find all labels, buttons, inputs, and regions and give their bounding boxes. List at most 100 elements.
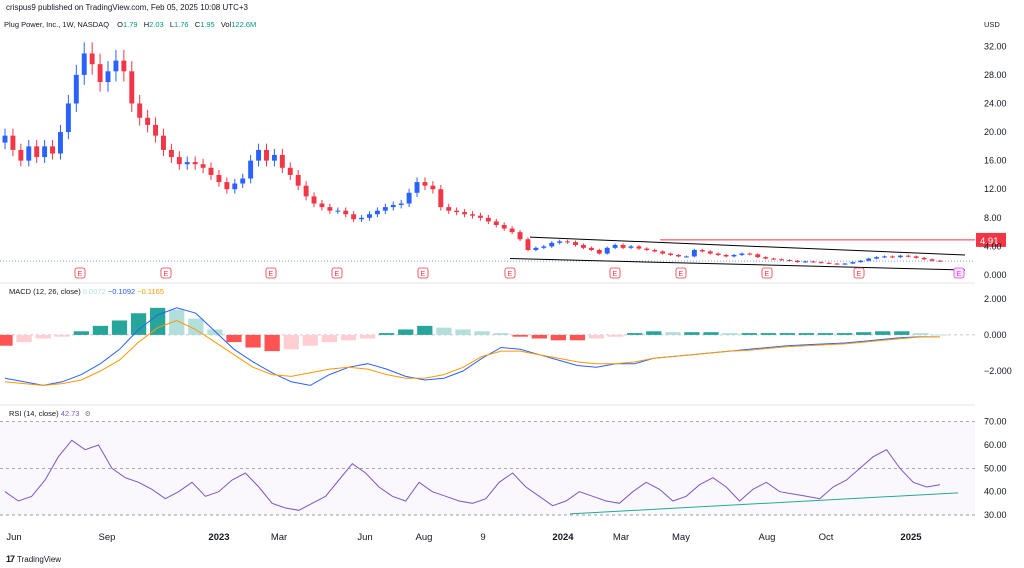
macd-tick-label: −2.000: [984, 366, 1012, 376]
publish-info: crispus9 published on TradingView.com, F…: [6, 3, 248, 12]
candle-body: [485, 217, 491, 222]
candle-body: [588, 247, 594, 250]
macd-hist-bar: [474, 331, 490, 335]
macd-hist-bar: [359, 334, 376, 339]
volume-label: Vol: [220, 20, 232, 29]
earnings-marker-label: E: [335, 271, 340, 278]
macd-hist-bar: [531, 334, 547, 339]
earnings-marker-label: E: [508, 271, 513, 278]
candle-body: [747, 253, 753, 255]
candle-body: [319, 203, 325, 208]
rsi-value: 42.73: [60, 409, 80, 418]
rsi-tick-label: 60.00: [984, 440, 1007, 450]
rsi-tick-label: 70.00: [984, 417, 1007, 427]
macd-hist-bar: [779, 333, 795, 335]
candle-body: [50, 146, 55, 154]
macd-hist-bar: [627, 333, 643, 335]
macd-hist-bar: [340, 334, 357, 341]
macd-hist-bar: [16, 334, 32, 343]
candle-body: [541, 246, 547, 248]
price-tick-label: 20.00: [984, 127, 1007, 137]
earnings-marker-label: E: [765, 271, 770, 278]
candle-body: [707, 251, 713, 254]
candle-body: [668, 253, 674, 255]
candle-body: [612, 244, 618, 248]
candle-body: [34, 146, 40, 158]
candle-body: [842, 263, 848, 265]
rsi-pane: 70.00 60.00 50.00 40.00 30.00: [0, 417, 1007, 520]
candle-body: [929, 259, 935, 261]
macd-hist-bar: [493, 333, 509, 335]
candle-body: [58, 132, 63, 154]
symbol-legend: Plug Power, Inc., 1W, NASDAQ O1.79 H2.03…: [4, 20, 260, 29]
candle-body: [533, 247, 539, 250]
candle-body: [739, 253, 745, 255]
candle-body: [652, 249, 658, 252]
candle-body: [596, 249, 602, 254]
candle-body: [501, 224, 507, 229]
price-overlays: 4.91: [0, 232, 1006, 271]
candle-body: [184, 162, 190, 165]
macd-hist-bar: [455, 329, 471, 335]
candle-body: [818, 262, 824, 264]
candle-body: [65, 103, 71, 133]
candle-body: [636, 246, 642, 249]
candle-body: [414, 182, 420, 193]
candle-body: [525, 239, 531, 250]
price-tick-label: 4.00: [984, 241, 1002, 251]
candle-body: [628, 246, 634, 248]
symbol-title[interactable]: Plug Power, Inc., 1W, NASDAQ: [4, 20, 109, 29]
candle-body: [390, 204, 396, 208]
close-value: 1.95: [200, 20, 215, 29]
time-tick-label: Aug: [759, 532, 776, 543]
tradingview-footer[interactable]: 17 TradingView: [6, 554, 61, 564]
candle-body: [604, 247, 610, 254]
macd-title[interactable]: MACD (12, 26, close): [9, 287, 81, 296]
candle-body: [565, 241, 571, 243]
candle-body: [620, 244, 626, 248]
candle-body: [26, 146, 32, 161]
macd-hist-value: 0.0072: [82, 287, 106, 296]
macd-tick-label: 2.000: [984, 294, 1007, 304]
candle-body: [509, 228, 515, 233]
time-tick-label: Jun: [357, 532, 372, 543]
candle-body: [145, 117, 151, 125]
chart-canvas[interactable]: 4.91 32.00 28.00 24.00 20.00 16.00 12.00 8.00 4…: [0, 0, 1024, 568]
candle-body: [97, 64, 103, 83]
rsi-title[interactable]: RSI (14, close): [9, 409, 59, 418]
time-axis[interactable]: Jun Sep 2023 Mar Jun Aug 9 2024 Mar May Aug Oct 2025: [6, 532, 922, 543]
candle-body: [493, 221, 499, 225]
candle-body: [874, 257, 880, 259]
candle-body: [406, 192, 412, 204]
macd-hist-bar: [398, 329, 414, 335]
candlestick-series: [2, 42, 943, 265]
time-tick-label: Sep: [99, 532, 116, 543]
macd-hist-bar: [207, 329, 223, 335]
time-tick-label: 2023: [208, 532, 229, 543]
candle-body: [676, 254, 681, 257]
macd-hist-bar: [35, 334, 51, 339]
macd-hist-bar: [321, 334, 338, 343]
time-tick-label: May: [672, 532, 690, 543]
candle-body: [279, 154, 285, 168]
candle-body: [890, 256, 895, 258]
macd-tick-label: 0.000: [984, 330, 1007, 340]
candle-body: [850, 262, 856, 264]
macd-hist-bar: [436, 327, 452, 335]
earnings-markers[interactable]: EEEEEEEEEEE: [74, 267, 965, 279]
macd-hist-bar: [0, 334, 13, 346]
macd-hist-bar: [283, 334, 299, 350]
macd-hist-bar: [226, 334, 242, 343]
candle-body: [771, 258, 777, 260]
wedge-lower-trendline: [509, 258, 966, 271]
macd-signal-value: −0.1165: [137, 287, 165, 296]
time-tick-label: Mar: [613, 532, 629, 543]
macd-line-value: −0.1092: [107, 287, 136, 296]
earnings-marker-label: E: [857, 271, 862, 278]
price-tick-label: 12.00: [984, 184, 1007, 194]
macd-hist-bar: [741, 333, 757, 335]
candle-body: [153, 124, 159, 136]
candle-body: [699, 249, 705, 252]
currency-label: USD: [984, 20, 1000, 29]
settings-icon[interactable]: ⚙: [85, 411, 91, 418]
